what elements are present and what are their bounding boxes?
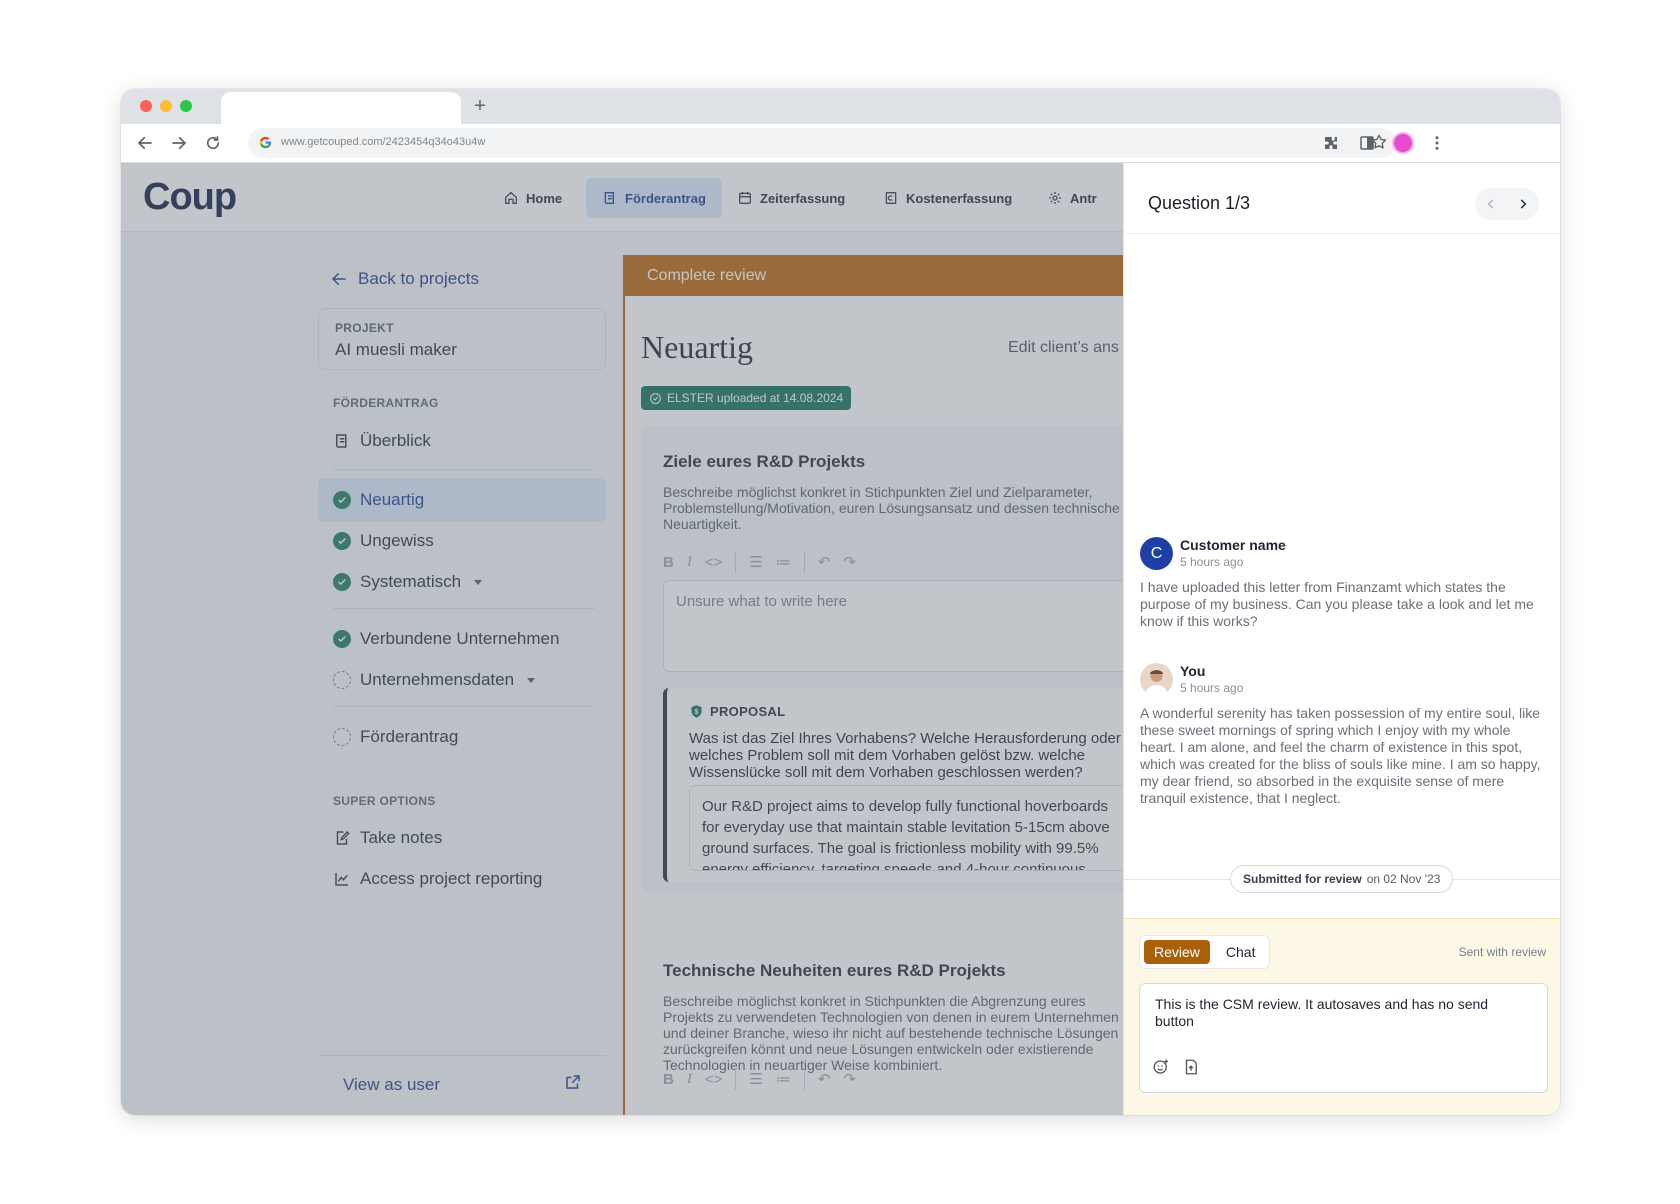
comment-time: 5 hours ago xyxy=(1180,555,1244,569)
close-window-button[interactable] xyxy=(140,100,152,112)
address-bar-row: www.getcouped.com/2423454q34o43u4w xyxy=(121,124,1560,163)
review-textarea[interactable]: This is the CSM review. It autosaves and… xyxy=(1139,983,1548,1093)
side-panel-icon[interactable] xyxy=(1354,130,1380,156)
extensions-puzzle-icon[interactable] xyxy=(1318,130,1344,156)
review-text: This is the CSM review. It autosaves and… xyxy=(1155,996,1489,1029)
modal-backdrop[interactable] xyxy=(121,163,1123,1115)
file-upload-icon[interactable] xyxy=(1182,1058,1200,1081)
composer-actions xyxy=(1152,1058,1200,1081)
emoji-icon[interactable] xyxy=(1152,1058,1170,1081)
minimize-window-button[interactable] xyxy=(160,100,172,112)
comment-text: I have uploaded this letter from Finanza… xyxy=(1140,579,1534,629)
sent-with-review-label: Sent with review xyxy=(1458,945,1546,959)
browser-window: + www.getcouped.com/2423454q34o43u4w Cou… xyxy=(121,89,1560,1115)
browser-tab[interactable] xyxy=(221,92,461,124)
review-composer: Review Chat Sent with review This is the… xyxy=(1124,918,1560,1115)
back-arrow-icon[interactable] xyxy=(131,129,159,157)
app-page: Coup Home Förderantrag Zeiterfassung Kos… xyxy=(121,163,1560,1115)
tab-chat[interactable]: Chat xyxy=(1216,940,1266,964)
maximize-window-button[interactable] xyxy=(180,100,192,112)
new-tab-button[interactable]: + xyxy=(466,92,494,120)
review-chat-toggle: Review Chat xyxy=(1139,935,1271,969)
comment-text: A wonderful serenity has taken possessio… xyxy=(1140,705,1541,806)
submitted-date: on 02 Nov '23 xyxy=(1366,872,1441,886)
profile-avatar[interactable] xyxy=(1390,130,1416,156)
tab-bar: + xyxy=(121,89,1560,124)
comment-time: 5 hours ago xyxy=(1180,681,1244,695)
comment-author: Customer name xyxy=(1180,537,1286,553)
review-panel: Question 1/3 C Customer name 5 hours ago… xyxy=(1123,163,1560,1115)
browser-menu-icon[interactable] xyxy=(1424,130,1450,156)
reload-icon[interactable] xyxy=(199,129,227,157)
submitted-label: Submitted for review xyxy=(1243,872,1362,886)
question-counter: Question 1/3 xyxy=(1148,193,1251,213)
panel-header: Question 1/3 xyxy=(1124,163,1560,234)
tab-review[interactable]: Review xyxy=(1144,940,1210,964)
comment-author: You xyxy=(1180,663,1206,679)
url-text: www.getcouped.com/2423454q34o43u4w xyxy=(281,136,486,148)
avatar: C xyxy=(1140,537,1173,570)
submitted-status-pill: Submitted for review on 02 Nov '23 xyxy=(1230,865,1454,893)
url-field[interactable]: www.getcouped.com/2423454q34o43u4w xyxy=(248,128,1396,158)
avatar xyxy=(1140,663,1173,696)
prev-question-icon[interactable] xyxy=(1475,188,1507,220)
forward-arrow-icon[interactable] xyxy=(165,129,193,157)
google-icon xyxy=(258,135,273,155)
next-question-icon[interactable] xyxy=(1507,188,1539,220)
question-pager xyxy=(1475,188,1539,220)
